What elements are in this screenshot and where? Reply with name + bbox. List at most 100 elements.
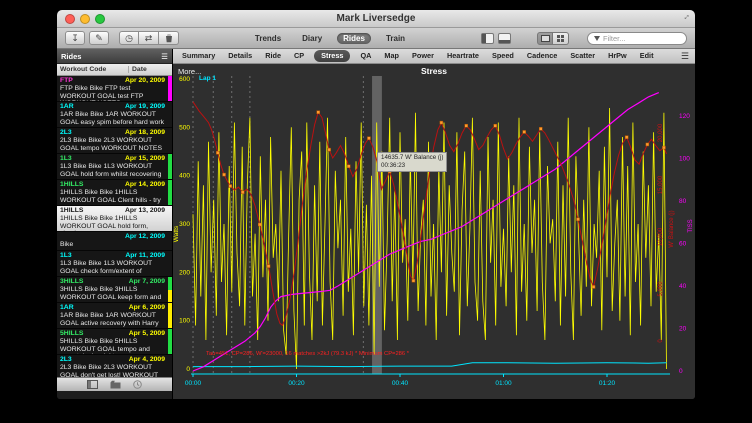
ride-date: Apr 18, 2009 <box>125 129 165 137</box>
list-item[interactable]: 2L3Apr 4, 20092L3 Bike Bike 2L3 WORKOUT … <box>57 355 172 377</box>
cp-annotation: Tau=451, CP=286, W'=23000, 16 matches >2… <box>206 351 410 357</box>
ride-color-bar <box>168 154 172 179</box>
filter-funnel-icon <box>594 36 600 41</box>
manual-activity-button[interactable]: ✎ <box>89 31 109 45</box>
tiss-tick-label: 80 <box>679 198 687 205</box>
ride-code: 1HILLS <box>60 207 83 215</box>
list-item[interactable]: 1ARApr 19, 20091AR Bike Bike 1AR WORKOUT… <box>57 102 172 128</box>
zoom-window-icon[interactable] <box>95 14 105 24</box>
ride-description: 2L3 Bike Bike 2L3 WORKOUT GOAL tempo WOR… <box>60 137 165 152</box>
chart-tab-map[interactable]: Map <box>381 51 402 61</box>
chart-tab-stress[interactable]: Stress <box>314 50 350 62</box>
tiss-tick-label: 120 <box>679 113 690 120</box>
match-marker <box>241 191 244 194</box>
chart-tab-edit[interactable]: Edit <box>637 51 657 61</box>
column-workout-code[interactable]: Workout Code <box>57 66 129 73</box>
chart-tab-qa[interactable]: QA <box>357 51 374 61</box>
split-activity-button[interactable]: ⇄ <box>139 31 159 45</box>
sidebar-panel-icon[interactable] <box>87 380 98 389</box>
wbal-axis-label: W' Balance (j) <box>669 210 675 247</box>
single-view-button[interactable] <box>537 32 553 45</box>
chart-tab-ride[interactable]: Ride <box>262 51 284 61</box>
ride-code: 1AR <box>60 304 74 312</box>
column-date[interactable]: Date <box>129 66 172 73</box>
watts-tick-label: 200 <box>179 269 190 276</box>
match-marker <box>216 151 219 154</box>
list-item[interactable]: FTPApr 20, 2009FTP Bike Bike FTP test WO… <box>57 76 172 102</box>
sidebar-menu-icon[interactable]: ☰ <box>161 52 168 61</box>
stress-chart-region[interactable]: More... Stress 00:0000:2000:4001:0001:20… <box>173 64 695 399</box>
watts-tick-label: 600 <box>179 76 190 83</box>
ride-date: Apr 20, 2009 <box>125 77 165 85</box>
wbal-tick-label: 15,000 <box>658 175 664 194</box>
toggle-recording-button[interactable]: ◷ <box>119 31 139 45</box>
ride-description: 1HILLS Bike Bike 1HILLS WORKOUT GOAL Cle… <box>60 189 165 204</box>
watts-tick-label: 500 <box>179 124 190 131</box>
toggle-lowbar-button[interactable] <box>498 33 511 44</box>
compose-icon: ✎ <box>95 33 103 44</box>
tooltip-time: 00:36:23 <box>381 162 443 170</box>
list-item[interactable]: Apr 12, 2009Bike <box>57 232 172 251</box>
wbal-tick-label: 5,000 <box>658 281 664 297</box>
ride-description: 5HILLS Bike Bike 5HILLS WORKOUT GOAL tem… <box>60 338 165 354</box>
ride-code: 1HILLS <box>60 181 83 189</box>
ride-description: 1L3 Bike Bike 1L3 WORKOUT GOAL hold form… <box>60 163 165 178</box>
list-item[interactable]: 2L3Apr 18, 20092L3 Bike Bike 2L3 WORKOUT… <box>57 128 172 154</box>
chart-tab-power[interactable]: Power <box>409 51 437 61</box>
match-marker <box>577 218 580 221</box>
match-marker <box>258 223 261 226</box>
delete-activity-button[interactable] <box>159 31 179 45</box>
match-marker <box>662 146 665 149</box>
ride-date: Apr 12, 2009 <box>125 233 165 241</box>
ride-date: Apr 11, 2009 <box>125 252 165 260</box>
list-item[interactable]: 3HILLSApr 7, 20093HILLS Bike Bike 3HILLS… <box>57 277 172 303</box>
view-tabs: Trends Diary Rides Train <box>183 33 477 44</box>
view-tab-rides[interactable]: Rides <box>337 33 371 44</box>
folder-icon[interactable] <box>110 380 121 389</box>
sync-clock-icon[interactable] <box>133 380 142 389</box>
ride-date: Apr 15, 2009 <box>125 155 165 163</box>
ride-description: 3HILLS Bike Bike 3HILLS WORKOUT GOAL kee… <box>60 286 165 301</box>
stress-plot[interactable]: 00:0000:2000:4001:0001:20600500400300200… <box>173 64 695 399</box>
minimize-window-icon[interactable] <box>80 14 90 24</box>
single-tile-icon <box>541 35 550 42</box>
chart-tab-speed[interactable]: Speed <box>489 51 517 61</box>
tiled-view-button[interactable] <box>553 32 569 45</box>
x-tick-label: 00:00 <box>185 380 202 387</box>
rides-sidebar: Rides ☰ Workout Code Date FTPApr 20, 200… <box>57 49 173 399</box>
chart-tab-cp[interactable]: CP <box>291 51 307 61</box>
view-tab-trends[interactable]: Trends <box>249 33 287 44</box>
chart-tab-summary[interactable]: Summary <box>179 51 218 61</box>
sidebar-title: Rides <box>61 52 81 61</box>
match-marker <box>223 173 226 176</box>
chart-tab-scatter[interactable]: Scatter <box>567 51 598 61</box>
match-marker <box>412 279 415 282</box>
list-item[interactable]: 1ARApr 6, 20091AR Bike Bike 1AR WORKOUT … <box>57 303 172 329</box>
close-window-icon[interactable] <box>65 14 75 24</box>
x-tick-label: 01:20 <box>599 380 616 387</box>
chart-tab-cadence[interactable]: Cadence <box>524 51 560 61</box>
chart-menu-icon[interactable]: ☰ <box>681 51 689 62</box>
view-tab-diary[interactable]: Diary <box>296 33 328 44</box>
toggle-sidebar-button[interactable] <box>481 33 494 44</box>
chart-tab-heartrate[interactable]: Heartrate <box>444 51 482 61</box>
watts-tick-label: 400 <box>179 173 190 180</box>
list-item[interactable]: 1HILLS Apr 14, 20091HILLS Bike Bike 1HILL… <box>57 180 172 206</box>
list-item[interactable]: 5HILLSApr 5, 20095HILLS Bike Bike 5HILLS… <box>57 329 172 355</box>
list-item[interactable]: 1L3Apr 15, 20091L3 Bike Bike 1L3 WORKOUT… <box>57 154 172 180</box>
list-item[interactable]: 1L3Apr 11, 20091L3 Bike Bike 1L3 WORKOUT… <box>57 251 172 277</box>
layout-segmented-control <box>537 32 569 45</box>
download-activity-button[interactable]: ↧ <box>65 31 85 45</box>
ride-date: Apr 7, 2009 <box>129 278 165 286</box>
tiss-tick-label: 100 <box>679 156 690 163</box>
chart-tab-hrpw[interactable]: HrPw <box>605 51 630 61</box>
match-marker <box>347 165 350 168</box>
filter-field[interactable]: Filter... <box>587 32 687 45</box>
chart-tab-details[interactable]: Details <box>225 51 255 61</box>
list-item[interactable]: 1HILLSApr 13, 20091HILLS Bike Bike 1HILL… <box>57 206 172 232</box>
match-marker <box>317 111 320 114</box>
view-tab-train[interactable]: Train <box>380 33 411 44</box>
ride-date: Apr 14, 2009 <box>125 181 165 189</box>
ride-description: 1L3 Bike Bike 1L3 WORKOUT GOAL check for… <box>60 260 165 276</box>
app-window: Mark Liversedge ↔ ↧ ✎ ◷ ⇄ TrendsDiaryRid… <box>57 10 695 399</box>
